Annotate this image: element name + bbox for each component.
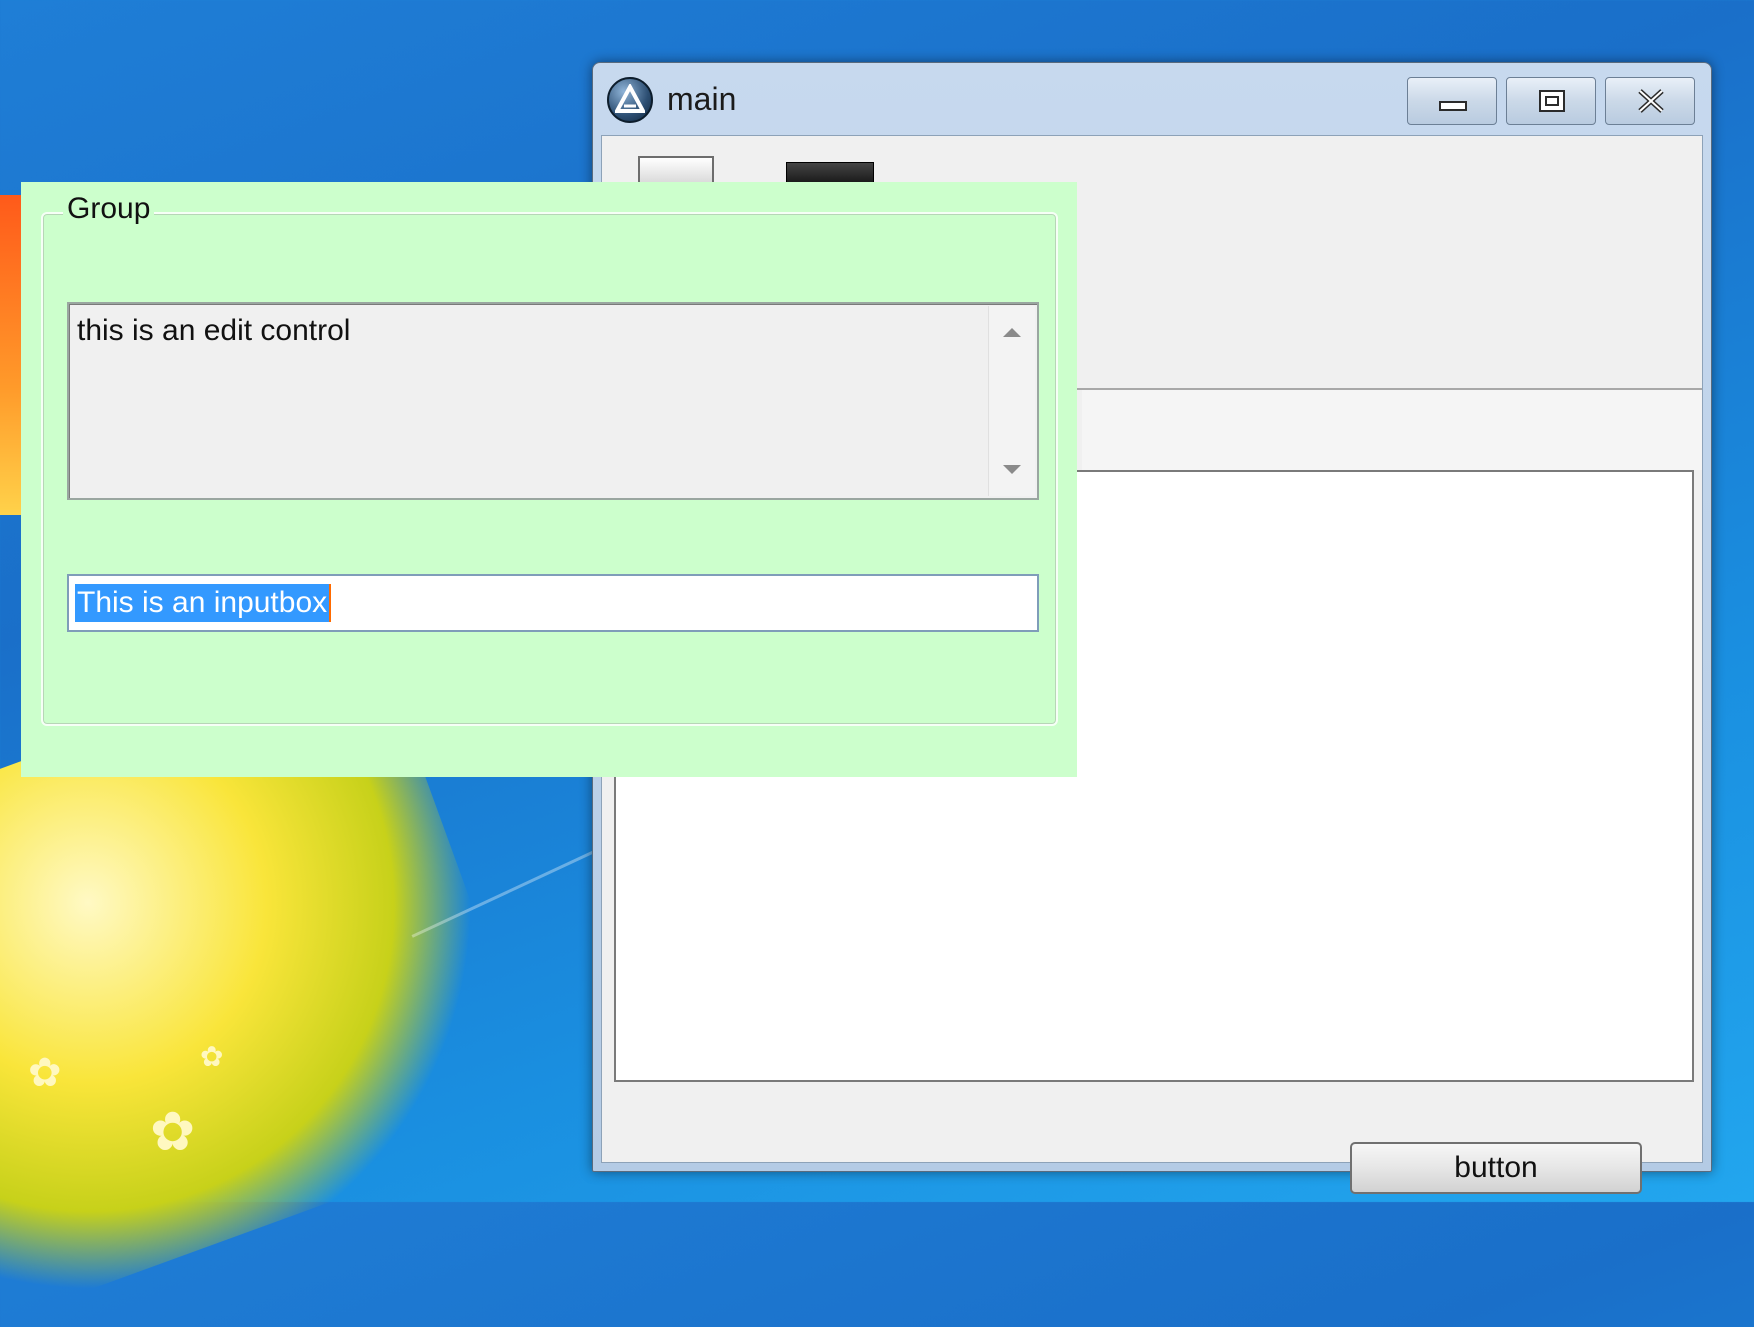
window-title: main bbox=[667, 81, 737, 117]
title-bar[interactable]: main bbox=[593, 63, 1711, 135]
button[interactable]: button bbox=[1350, 1142, 1642, 1194]
group-label: Group bbox=[63, 192, 155, 226]
minimize-icon bbox=[1439, 101, 1467, 111]
edit-control[interactable]: this is an edit control bbox=[67, 302, 1039, 500]
scroll-up-icon[interactable] bbox=[1003, 328, 1021, 337]
close-icon bbox=[1638, 89, 1664, 113]
tab-header-area bbox=[1082, 390, 1702, 470]
minimize-button[interactable] bbox=[1407, 77, 1497, 125]
flower-icon: ✿ bbox=[28, 1050, 62, 1096]
scroll-down-icon[interactable] bbox=[1003, 465, 1021, 474]
autoit-app-icon[interactable] bbox=[607, 77, 653, 123]
input-box[interactable]: This is an inputbox bbox=[67, 574, 1039, 632]
maximize-button[interactable] bbox=[1506, 77, 1596, 125]
maximize-icon bbox=[1539, 90, 1565, 112]
close-button[interactable] bbox=[1605, 77, 1695, 125]
edit-scrollbar[interactable] bbox=[988, 306, 1035, 496]
input-box-selected-text: This is an inputbox bbox=[75, 584, 332, 622]
group-window: Group this is an edit control This is an… bbox=[21, 182, 1077, 777]
flower-icon: ✿ bbox=[200, 1040, 224, 1073]
flower-icon: ✿ bbox=[150, 1100, 196, 1163]
edit-control-text: this is an edit control bbox=[77, 314, 351, 347]
